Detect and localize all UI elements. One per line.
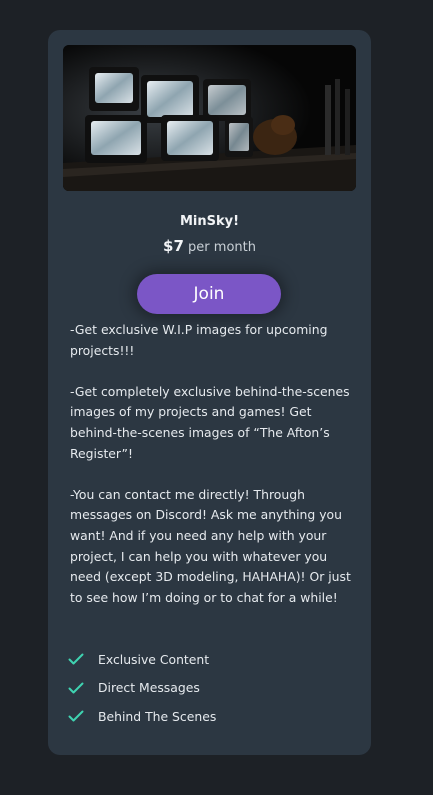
tier-price: $7 per month [48, 237, 371, 255]
benefit-item: Exclusive Content [68, 645, 216, 674]
benefit-label: Exclusive Content [98, 651, 210, 667]
description-paragraph: -You can contact me directly! Through me… [70, 486, 351, 605]
price-amount: $7 [163, 237, 184, 255]
check-icon [68, 682, 84, 694]
tier-name: MinSky! [179, 214, 240, 229]
description-paragraph: -Get exclusive W.I.P images for upcoming… [70, 322, 328, 358]
benefit-label: Behind The Scenes [98, 708, 217, 724]
benefit-item: Direct Messages [68, 674, 216, 703]
benefit-item: Behind The Scenes [68, 702, 216, 731]
check-icon [68, 653, 84, 665]
price-period: per month [188, 240, 256, 255]
membership-tier-card: MinSky! $7 per month Join -Get exclusive… [48, 30, 371, 755]
check-icon [68, 710, 84, 722]
tier-description: -Get exclusive W.I.P images for upcoming… [70, 320, 360, 629]
join-button[interactable]: Join [137, 274, 281, 314]
description-paragraph: -Get completely exclusive behind-the-sce… [70, 383, 350, 461]
tier-cover-image [63, 45, 356, 191]
benefits-list: Exclusive Content Direct Messages Behind… [68, 645, 216, 731]
benefit-label: Direct Messages [98, 680, 200, 696]
